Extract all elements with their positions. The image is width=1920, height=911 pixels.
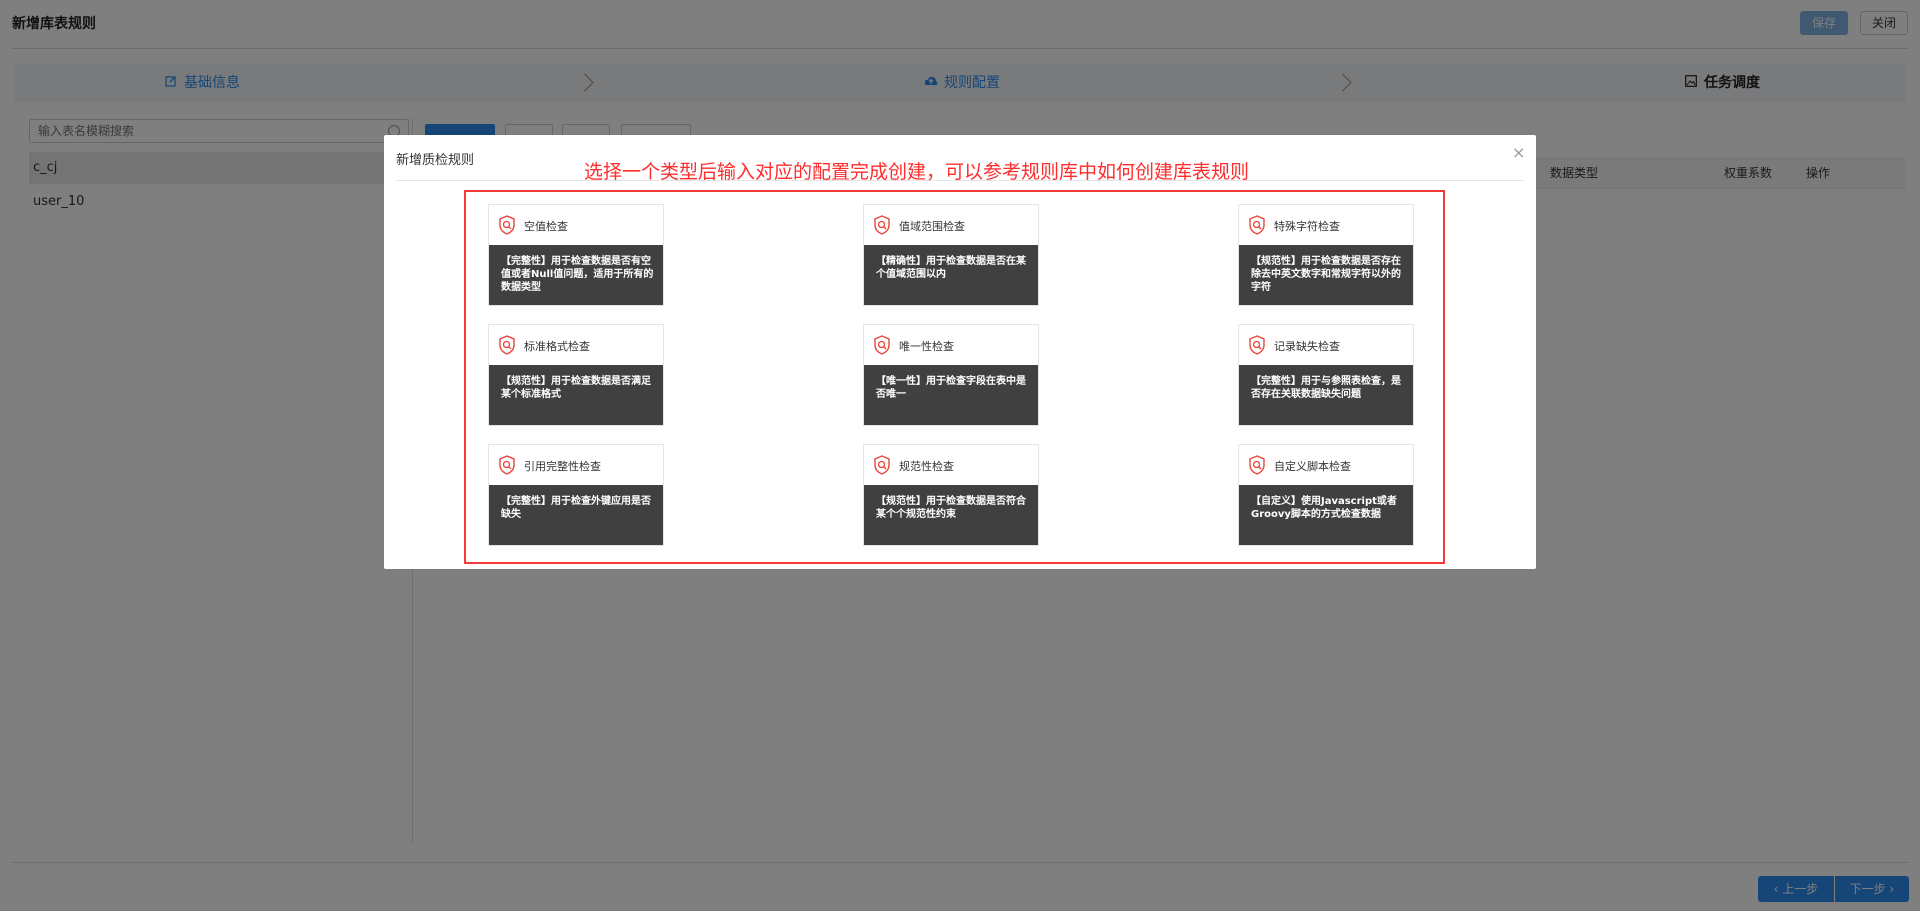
shield-search-icon <box>1248 455 1266 475</box>
rule-card-title: 空值检查 <box>524 220 568 233</box>
shield-search-icon <box>1248 335 1266 355</box>
rule-type-card[interactable]: 标准格式检查【规范性】用于检查数据是否满足某个标准格式 <box>488 324 664 426</box>
shield-search-icon <box>873 455 891 475</box>
rule-type-card[interactable]: 引用完整性检查【完整性】用于检查外键应用是否缺失 <box>488 444 664 546</box>
rule-card-header: 引用完整性检查 <box>489 445 663 485</box>
rule-card-description: 【完整性】用于检查外键应用是否缺失 <box>489 485 663 545</box>
rule-card-description: 【规范性】用于检查数据是否符合某个个规范性约束 <box>864 485 1038 545</box>
rule-card-header: 标准格式检查 <box>489 325 663 365</box>
rule-type-card[interactable]: 唯一性检查【唯一性】用于检查字段在表中是否唯一 <box>863 324 1039 426</box>
rule-type-card[interactable]: 记录缺失检查【完整性】用于与参照表检查，是否存在关联数据缺失问题 <box>1238 324 1414 426</box>
shield-search-icon <box>1248 215 1266 235</box>
rule-card-title: 规范性检查 <box>899 460 954 473</box>
rule-type-card[interactable]: 特殊字符检查【规范性】用于检查数据是否存在除去中英文数字和常规字符以外的字符 <box>1238 204 1414 306</box>
rule-card-description: 【规范性】用于检查数据是否存在除去中英文数字和常规字符以外的字符 <box>1239 245 1413 305</box>
rule-card-header: 空值检查 <box>489 205 663 245</box>
shield-search-icon <box>498 335 516 355</box>
rule-card-header: 值域范围检查 <box>864 205 1038 245</box>
rule-type-card[interactable]: 空值检查【完整性】用于检查数据是否有空值或者Null值问题，适用于所有的数据类型 <box>488 204 664 306</box>
shield-search-icon <box>498 215 516 235</box>
rule-card-description: 【自定义】使用Javascript或者Groovy脚本的方式检查数据 <box>1239 485 1413 545</box>
modal-title: 新增质检规则 <box>396 153 475 168</box>
rule-card-title: 自定义脚本检查 <box>1274 460 1351 473</box>
shield-search-icon <box>498 455 516 475</box>
shield-search-icon <box>873 215 891 235</box>
rule-card-description: 【完整性】用于检查数据是否有空值或者Null值问题，适用于所有的数据类型 <box>489 245 663 305</box>
rule-card-header: 特殊字符检查 <box>1239 205 1413 245</box>
rule-card-title: 值域范围检查 <box>899 220 965 233</box>
rule-type-card[interactable]: 自定义脚本检查【自定义】使用Javascript或者Groovy脚本的方式检查数… <box>1238 444 1414 546</box>
rule-card-title: 标准格式检查 <box>524 340 590 353</box>
rule-card-header: 自定义脚本检查 <box>1239 445 1413 485</box>
rule-card-title: 记录缺失检查 <box>1274 340 1340 353</box>
rule-card-title: 引用完整性检查 <box>524 460 601 473</box>
rule-card-header: 唯一性检查 <box>864 325 1038 365</box>
annotation-text: 选择一个类型后输入对应的配置完成创建，可以参考规则库中如何创建库表规则 <box>584 161 1250 183</box>
rule-card-description: 【完整性】用于与参照表检查，是否存在关联数据缺失问题 <box>1239 365 1413 425</box>
rule-card-description: 【唯一性】用于检查字段在表中是否唯一 <box>864 365 1038 425</box>
rule-card-header: 记录缺失检查 <box>1239 325 1413 365</box>
add-rule-modal: 新增质检规则 × 选择一个类型后输入对应的配置完成创建，可以参考规则库中如何创建… <box>384 135 1536 569</box>
rule-card-title: 唯一性检查 <box>899 340 954 353</box>
rule-type-card[interactable]: 值域范围检查【精确性】用于检查数据是否在某个值域范围以内 <box>863 204 1039 306</box>
rule-card-description: 【规范性】用于检查数据是否满足某个标准格式 <box>489 365 663 425</box>
close-icon[interactable]: × <box>1512 143 1525 162</box>
rule-card-header: 规范性检查 <box>864 445 1038 485</box>
rule-card-description: 【精确性】用于检查数据是否在某个值域范围以内 <box>864 245 1038 305</box>
rule-card-title: 特殊字符检查 <box>1274 220 1340 233</box>
rule-type-card[interactable]: 规范性检查【规范性】用于检查数据是否符合某个个规范性约束 <box>863 444 1039 546</box>
shield-search-icon <box>873 335 891 355</box>
